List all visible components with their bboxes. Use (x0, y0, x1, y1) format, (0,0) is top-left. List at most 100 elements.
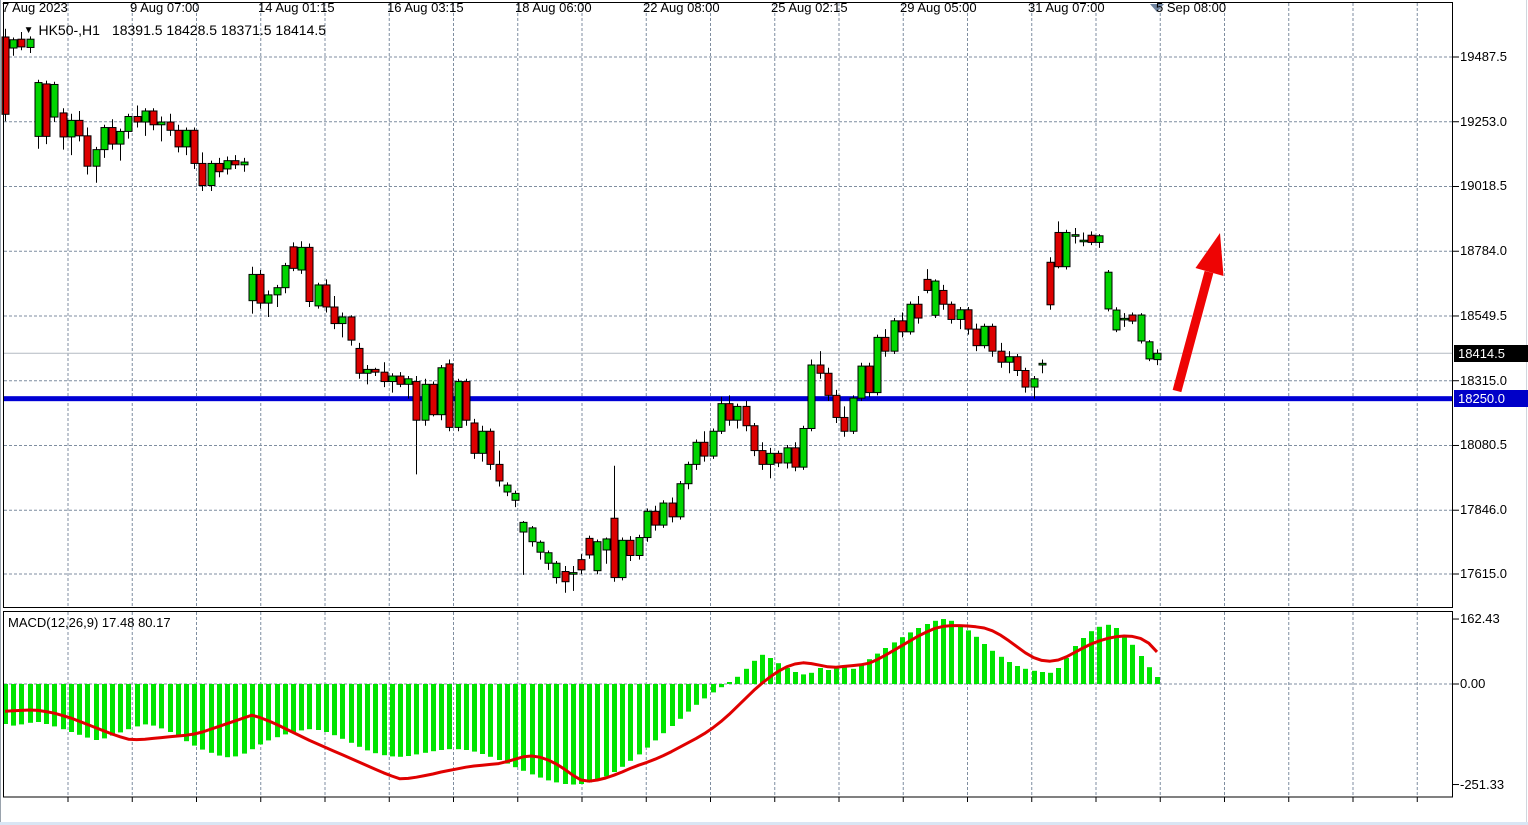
macd-histogram-bar (143, 684, 148, 724)
candle-body (68, 120, 75, 137)
macd-histogram-bar (735, 677, 740, 684)
candle-body (405, 379, 412, 385)
price-tick-label: 18784.0 (1460, 243, 1507, 258)
trend-arrow-shaft[interactable] (1177, 272, 1209, 391)
candle-body (586, 538, 593, 555)
candle-body (775, 453, 782, 463)
candle-body (298, 247, 305, 270)
symbol-period-label: HK50-,H1 (38, 22, 99, 38)
candle-body (652, 511, 659, 525)
macd-histogram-bar (851, 669, 856, 684)
candle-body (874, 337, 881, 392)
candle-body (603, 539, 610, 550)
candle-body (134, 116, 141, 122)
time-axis-label: 5 Sep 08:00 (1156, 0, 1226, 15)
price-tick-label: 17615.0 (1460, 566, 1507, 581)
macd-tick-label: 162.43 (1460, 611, 1500, 626)
candle-body (282, 266, 289, 288)
candle-body (570, 573, 577, 575)
macd-histogram-bar (620, 684, 625, 767)
macd-histogram-bar (85, 684, 90, 738)
candle-body (438, 368, 445, 415)
macd-histogram-bar (349, 684, 354, 743)
macd-histogram-bar (1106, 625, 1111, 684)
macd-histogram-bar (488, 684, 493, 757)
candle-body (998, 351, 1005, 362)
candle-body (496, 464, 503, 481)
candle-body (183, 130, 190, 147)
macd-histogram-bar (546, 684, 551, 780)
candle-body (381, 372, 388, 381)
price-tick-label: 19018.5 (1460, 178, 1507, 193)
macd-histogram-bar (209, 684, 214, 753)
candle-body (907, 304, 914, 332)
price-tick-label: 17846.0 (1460, 502, 1507, 517)
candle-body (734, 406, 741, 420)
macd-histogram-bar (1147, 667, 1152, 684)
macd-histogram-bar (316, 684, 321, 730)
macd-histogram-bar (192, 684, 197, 746)
macd-histogram-bar (1097, 627, 1102, 684)
candle-body (899, 321, 906, 332)
time-axis-label: 7 Aug 2023 (2, 0, 68, 15)
macd-histogram-bar (686, 684, 691, 712)
main-chart-frame (4, 3, 1453, 608)
candle-body (882, 337, 889, 351)
candle-body (479, 431, 486, 453)
macd-histogram-bar (472, 684, 477, 752)
symbol-dropdown-icon[interactable]: ▼ (24, 25, 34, 36)
macd-histogram-bar (744, 669, 749, 684)
macd-histogram-bar (94, 684, 99, 740)
macd-histogram-bar (1048, 673, 1053, 684)
candle-body (348, 317, 355, 340)
macd-histogram-bar (497, 684, 502, 760)
candle-body (51, 84, 58, 117)
macd-histogram-bar (604, 684, 609, 776)
trend-arrow-head[interactable] (1196, 233, 1224, 276)
macd-histogram-bar (340, 684, 345, 739)
candle-body (685, 464, 692, 483)
macd-histogram-bar (711, 684, 716, 692)
time-axis-label: 9 Aug 07:00 (130, 0, 199, 15)
candle-body (841, 417, 848, 431)
candle-body (224, 161, 231, 169)
candle-body (150, 111, 157, 125)
macd-histogram-bar (1122, 635, 1127, 684)
macd-tick-label: 0.00 (1460, 676, 1485, 691)
candle-body (306, 247, 313, 301)
candle-body (274, 288, 281, 295)
macd-histogram-bar (365, 684, 370, 750)
candlestick-chart[interactable] (0, 0, 1528, 825)
macd-histogram-bar (538, 684, 543, 778)
candle-body (1080, 240, 1087, 242)
macd-histogram-bar (670, 684, 675, 726)
candle-body (446, 364, 453, 428)
candle-body (1072, 235, 1079, 237)
candle-body (397, 376, 404, 384)
support-line[interactable] (4, 396, 1453, 401)
macd-histogram-bar (645, 684, 650, 748)
candle-body (965, 310, 972, 329)
macd-histogram-bar (406, 684, 411, 756)
candle-body (257, 274, 264, 303)
macd-histogram-bar (184, 684, 189, 741)
time-axis-label: 16 Aug 03:15 (387, 0, 464, 15)
candle-body (866, 366, 873, 393)
macd-histogram-bar (439, 684, 444, 750)
macd-histogram-bar (990, 651, 995, 684)
candle-body (644, 511, 651, 537)
candle-body (1154, 353, 1161, 359)
macd-histogram-bar (958, 625, 963, 684)
candle-body (1006, 357, 1013, 363)
macd-histogram-bar (332, 684, 337, 735)
macd-histogram-bar (818, 668, 823, 684)
candle-body (537, 542, 544, 552)
candle-body (372, 369, 379, 372)
candle-body (125, 116, 132, 131)
macd-histogram-bar (842, 667, 847, 684)
macd-histogram-bar (151, 684, 156, 726)
candle-body (191, 130, 198, 163)
candle-body (43, 84, 50, 136)
candle-body (1138, 315, 1145, 341)
indicator-label: MACD(12,26,9) 17.48 80.17 (8, 615, 171, 630)
